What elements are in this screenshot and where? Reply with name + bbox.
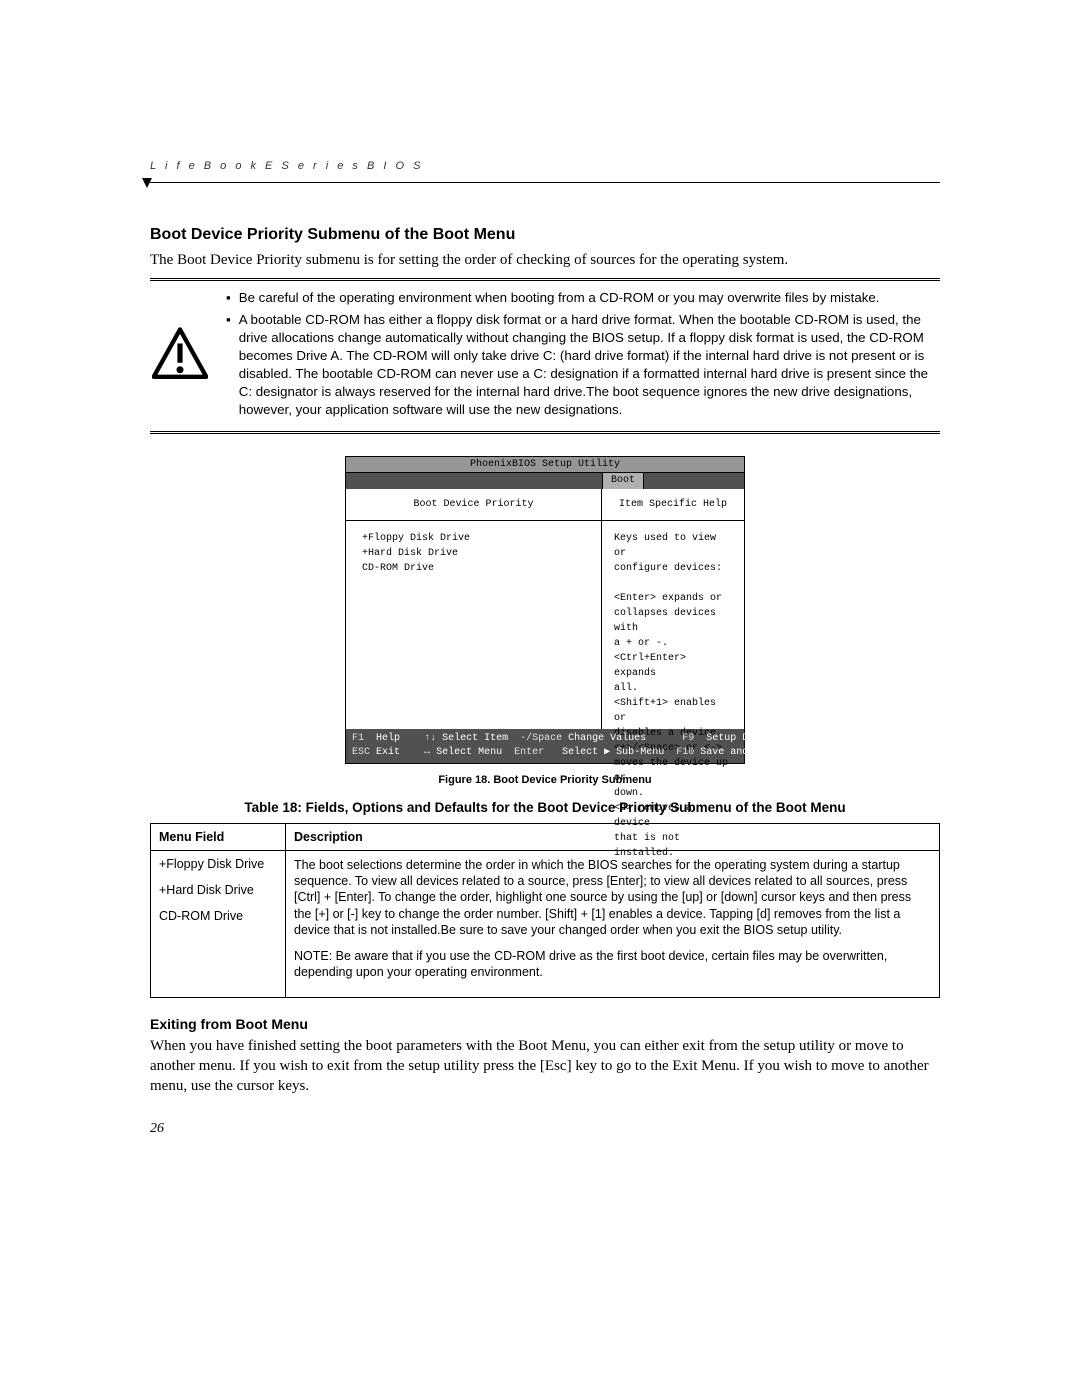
table-title: Table 18: Fields, Options and Defaults f… [150, 800, 940, 815]
bios-device: CD-ROM Drive [362, 561, 585, 576]
table-header-menu-field: Menu Field [151, 823, 286, 850]
description-paragraph: The boot selections determine the order … [294, 857, 931, 938]
bios-device: +Hard Disk Drive [362, 546, 585, 561]
bios-key-label: Exit [376, 746, 400, 760]
section-heading: Boot Device Priority Submenu of the Boot… [150, 226, 940, 244]
bios-help-line: <Ctrl+Enter> expands [614, 651, 732, 681]
bios-device: +Floppy Disk Drive [362, 531, 585, 546]
bios-key: Enter [514, 746, 544, 760]
document-page: L i f e B o o k E S e r i e s B I O S Bo… [0, 0, 1080, 1397]
bios-key: F9 [682, 732, 694, 746]
bios-title-bar: PhoenixBIOS Setup Utility [346, 457, 744, 473]
bios-tab-boot: Boot [602, 473, 644, 489]
bios-help-line [614, 576, 732, 591]
table-header-row: Menu Field Description [151, 823, 940, 850]
warning-icon [152, 326, 208, 387]
bios-help-line: a + or -. [614, 636, 732, 651]
bullet-icon: ▪ [226, 311, 231, 419]
table-row: +Floppy Disk Drive +Hard Disk Drive CD-R… [151, 850, 940, 997]
table-cell-description: The boot selections determine the order … [286, 850, 940, 997]
caution-bullet-2: A bootable CD-ROM has either a floppy di… [239, 311, 940, 419]
running-head: L i f e B o o k E S e r i e s B I O S [150, 160, 940, 172]
bios-key: ESC [352, 746, 370, 760]
menu-field-item: +Hard Disk Drive [159, 883, 277, 897]
header-rule [150, 176, 940, 190]
bios-right-heading: Item Specific Help [602, 489, 744, 521]
description-note: NOTE: Be aware that if you use the CD-RO… [294, 948, 931, 981]
bios-key: F10 [676, 746, 694, 760]
divider-bottom [150, 431, 940, 434]
bios-help-line: <Enter> expands or [614, 591, 732, 606]
bios-key-label: Select Menu [436, 746, 502, 760]
bios-help-line: down. [614, 786, 732, 801]
bios-menu-bar: Boot [346, 473, 744, 489]
bios-key-label: Save and Exit [700, 746, 778, 760]
menu-field-item: +Floppy Disk Drive [159, 857, 277, 871]
bios-key-label: Select ▶ Sub-Menu [562, 746, 664, 760]
bullet-icon: ▪ [226, 289, 231, 307]
bios-help-line: <Shift+1> enables or [614, 696, 732, 726]
caution-icon-col [150, 289, 210, 423]
exiting-body: When you have finished setting the boot … [150, 1036, 940, 1097]
bios-key-label: Help [376, 732, 400, 746]
bios-footer: F1 Help ↑↓ Select Item -/Space Change Va… [346, 729, 744, 763]
table-cell-menu-field: +Floppy Disk Drive +Hard Disk Drive CD-R… [151, 850, 286, 997]
figure-caption: Figure 18. Boot Device Priority Submenu [150, 774, 940, 786]
bios-figure: PhoenixBIOS Setup Utility Boot Boot Devi… [345, 456, 745, 764]
bios-help-line: configure devices: [614, 561, 732, 576]
section-intro: The Boot Device Priority submenu is for … [150, 250, 940, 270]
bios-key-label: Setup Defaults [706, 732, 790, 746]
bios-device-list: +Floppy Disk Drive +Hard Disk Drive CD-R… [346, 521, 601, 586]
bios-help-text: Keys used to view or configure devices: … [602, 521, 744, 871]
header-rule-triangle-icon [142, 178, 152, 188]
menu-field-item: CD-ROM Drive [159, 909, 277, 923]
bios-key: F1 [352, 732, 364, 746]
bios-help-line: Keys used to view or [614, 531, 732, 561]
caution-bullet-1: Be careful of the operating environment … [239, 289, 880, 307]
bios-key: ↑↓ [424, 732, 436, 746]
bios-key: -/Space [520, 732, 562, 746]
bios-help-line: collapses devices with [614, 606, 732, 636]
bios-left-heading: Boot Device Priority [346, 489, 601, 521]
caution-block: ▪ Be careful of the operating environmen… [150, 289, 940, 423]
bios-key-label: Select Item [442, 732, 508, 746]
caution-text-col: ▪ Be careful of the operating environmen… [226, 289, 940, 423]
bios-key-label: Change Values [568, 732, 646, 746]
bios-help-line: all. [614, 681, 732, 696]
description-table: Menu Field Description +Floppy Disk Driv… [150, 823, 940, 998]
subheading-exiting: Exiting from Boot Menu [150, 1016, 940, 1032]
divider-top [150, 278, 940, 281]
page-number: 26 [150, 1121, 164, 1137]
